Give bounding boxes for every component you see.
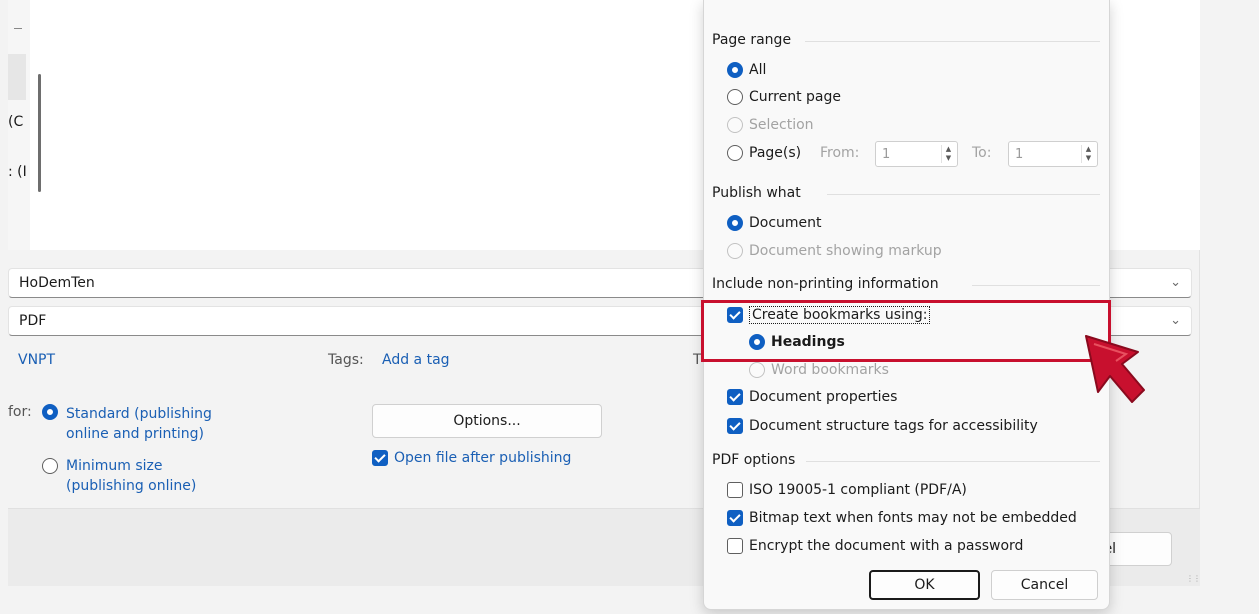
nav-item-fragment[interactable]: : (I [8, 164, 27, 180]
to-value: 1 [1015, 147, 1024, 162]
to-spinner[interactable]: 1 ▲ ▼ [1008, 141, 1098, 167]
radio-selected-icon[interactable] [727, 215, 743, 231]
page-range-selection-radio: Selection [727, 117, 814, 133]
page-range-all-radio[interactable]: All [727, 62, 766, 78]
optimize-minimum-label[interactable]: Minimum size (publishing online) [66, 456, 196, 496]
section-divider [805, 41, 1100, 42]
nav-item-fragment[interactable]: (C [8, 114, 23, 130]
page-range-current-radio[interactable]: Current page [727, 89, 841, 105]
pdf-options-title: PDF options [712, 452, 796, 468]
radio-selected-icon[interactable] [727, 62, 743, 78]
checkbox-checked-icon[interactable] [372, 450, 388, 466]
structure-tags-checkbox[interactable]: Document structure tags for accessibilit… [727, 418, 1038, 434]
highlight-box [701, 300, 1111, 362]
open-after-publishing-checkbox[interactable]: Open file after publishing [372, 450, 571, 466]
page-range-pages-radio[interactable]: Page(s) [727, 145, 801, 161]
optimize-standard-radio[interactable] [42, 404, 58, 420]
iso-compliant-checkbox[interactable]: ISO 19005-1 compliant (PDF/A) [727, 482, 967, 498]
radio-disabled-icon [727, 243, 743, 259]
open-after-label: Open file after publishing [394, 450, 572, 466]
from-label: From: [820, 145, 860, 161]
publish-markup-radio: Document showing markup [727, 243, 942, 259]
radio-selected-icon[interactable] [42, 404, 58, 420]
cancel-button[interactable]: Cancel [991, 570, 1098, 600]
checkbox-checked-icon[interactable] [727, 418, 743, 434]
iso-compliant-label: ISO 19005-1 compliant (PDF/A) [749, 482, 967, 498]
non-printing-title: Include non-printing information [712, 276, 939, 292]
structure-tags-label: Document structure tags for accessibilit… [749, 418, 1038, 434]
chevron-down-icon[interactable]: ⌄ [1170, 269, 1181, 297]
options-button[interactable]: Options... [372, 404, 602, 438]
bookmarks-word-radio: Word bookmarks [749, 362, 889, 378]
section-divider [972, 285, 1100, 286]
optimize-standard-line2: online and printing) [66, 426, 204, 442]
section-divider [806, 461, 1100, 462]
optimize-standard-label[interactable]: Standard (publishing online and printing… [66, 404, 212, 444]
page-range-pages-label: Page(s) [749, 145, 802, 161]
radio-unselected-icon[interactable] [727, 89, 743, 105]
radio-unselected-icon[interactable] [727, 145, 743, 161]
nav-tree-line [14, 28, 22, 29]
chevron-down-icon[interactable]: ⌄ [1170, 307, 1181, 335]
radio-unselected-icon[interactable] [42, 458, 58, 474]
page-range-selection-label: Selection [749, 117, 814, 133]
bookmarks-word-label: Word bookmarks [771, 362, 889, 378]
ok-button[interactable]: OK [869, 570, 980, 600]
resize-grip-icon[interactable]: ⋮⋮ [1186, 574, 1201, 583]
publish-document-radio[interactable]: Document [727, 215, 822, 231]
filename-value: HoDemTen [19, 275, 95, 291]
page-range-title: Page range [712, 32, 792, 48]
checkbox-checked-icon[interactable] [727, 389, 743, 405]
to-label: To: [972, 145, 992, 161]
nav-scrollbar[interactable] [38, 74, 41, 192]
publish-document-label: Document [749, 215, 822, 231]
checkbox-unchecked-icon[interactable] [727, 538, 743, 554]
publish-what-title: Publish what [712, 185, 801, 201]
optimize-standard-line1: Standard (publishing [66, 406, 212, 422]
from-spinner[interactable]: 1 ▲ ▼ [875, 141, 958, 167]
from-value: 1 [882, 147, 891, 162]
checkbox-checked-icon[interactable] [727, 510, 743, 526]
bitmap-text-label: Bitmap text when fonts may not be embedd… [749, 510, 1077, 526]
publish-markup-label: Document showing markup [749, 243, 942, 259]
optimize-minimum-radio[interactable] [42, 458, 58, 474]
page-range-all-label: All [749, 62, 767, 78]
optimize-label: for: [8, 404, 32, 420]
nav-selected-item[interactable] [8, 54, 26, 100]
tags-label: Tags: [328, 352, 364, 368]
encrypt-checkbox[interactable]: Encrypt the document with a password [727, 538, 1023, 554]
page-range-current-label: Current page [749, 89, 841, 105]
section-divider [827, 194, 1100, 195]
document-properties-checkbox[interactable]: Document properties [727, 389, 897, 405]
arrow-pointer-icon [1085, 335, 1145, 403]
authors-value[interactable]: VNPT [18, 352, 55, 368]
optimize-minimum-line1: Minimum size [66, 458, 163, 474]
radio-disabled-icon [749, 362, 765, 378]
spinner-arrows-icon[interactable]: ▲ ▼ [941, 145, 955, 163]
filetype-value: PDF [19, 313, 47, 329]
tags-input[interactable]: Add a tag [382, 352, 450, 368]
optimize-minimum-line2: (publishing online) [66, 478, 197, 494]
document-properties-label: Document properties [749, 389, 898, 405]
spinner-arrows-icon[interactable]: ▲ ▼ [1081, 145, 1095, 163]
bitmap-text-checkbox[interactable]: Bitmap text when fonts may not be embedd… [727, 510, 1077, 526]
encrypt-label: Encrypt the document with a password [749, 538, 1024, 554]
radio-disabled-icon [727, 117, 743, 133]
checkbox-unchecked-icon[interactable] [727, 482, 743, 498]
